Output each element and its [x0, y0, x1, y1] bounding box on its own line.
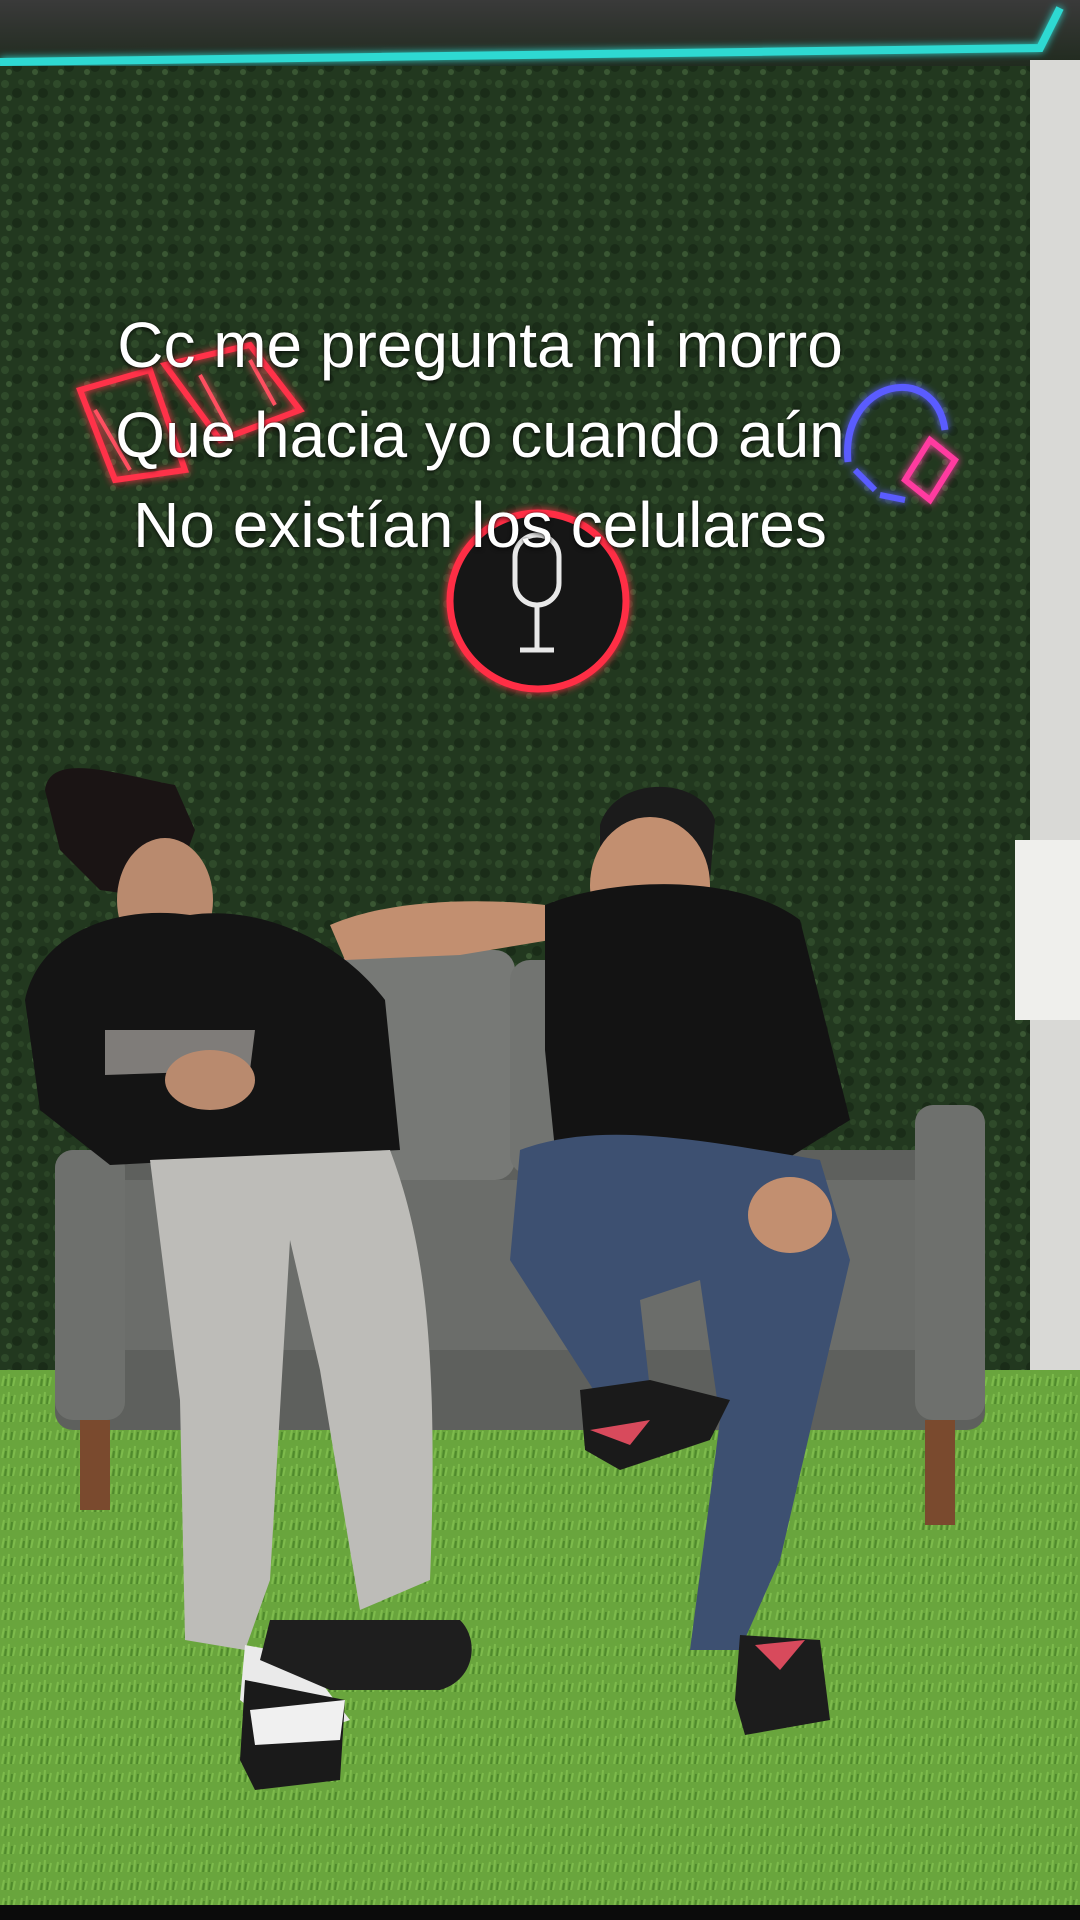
- caption-line-3: No existían los celulares: [133, 489, 827, 561]
- caption-line-2: Que hacia yo cuando aún: [115, 399, 845, 471]
- video-frame: [0, 0, 1080, 1920]
- video-caption: Cc me pregunta mi morro Que hacia yo cua…: [0, 300, 960, 570]
- caption-line-1: Cc me pregunta mi morro: [117, 309, 843, 381]
- side-wall: [1030, 60, 1080, 1380]
- turf-floor: [0, 1370, 1080, 1920]
